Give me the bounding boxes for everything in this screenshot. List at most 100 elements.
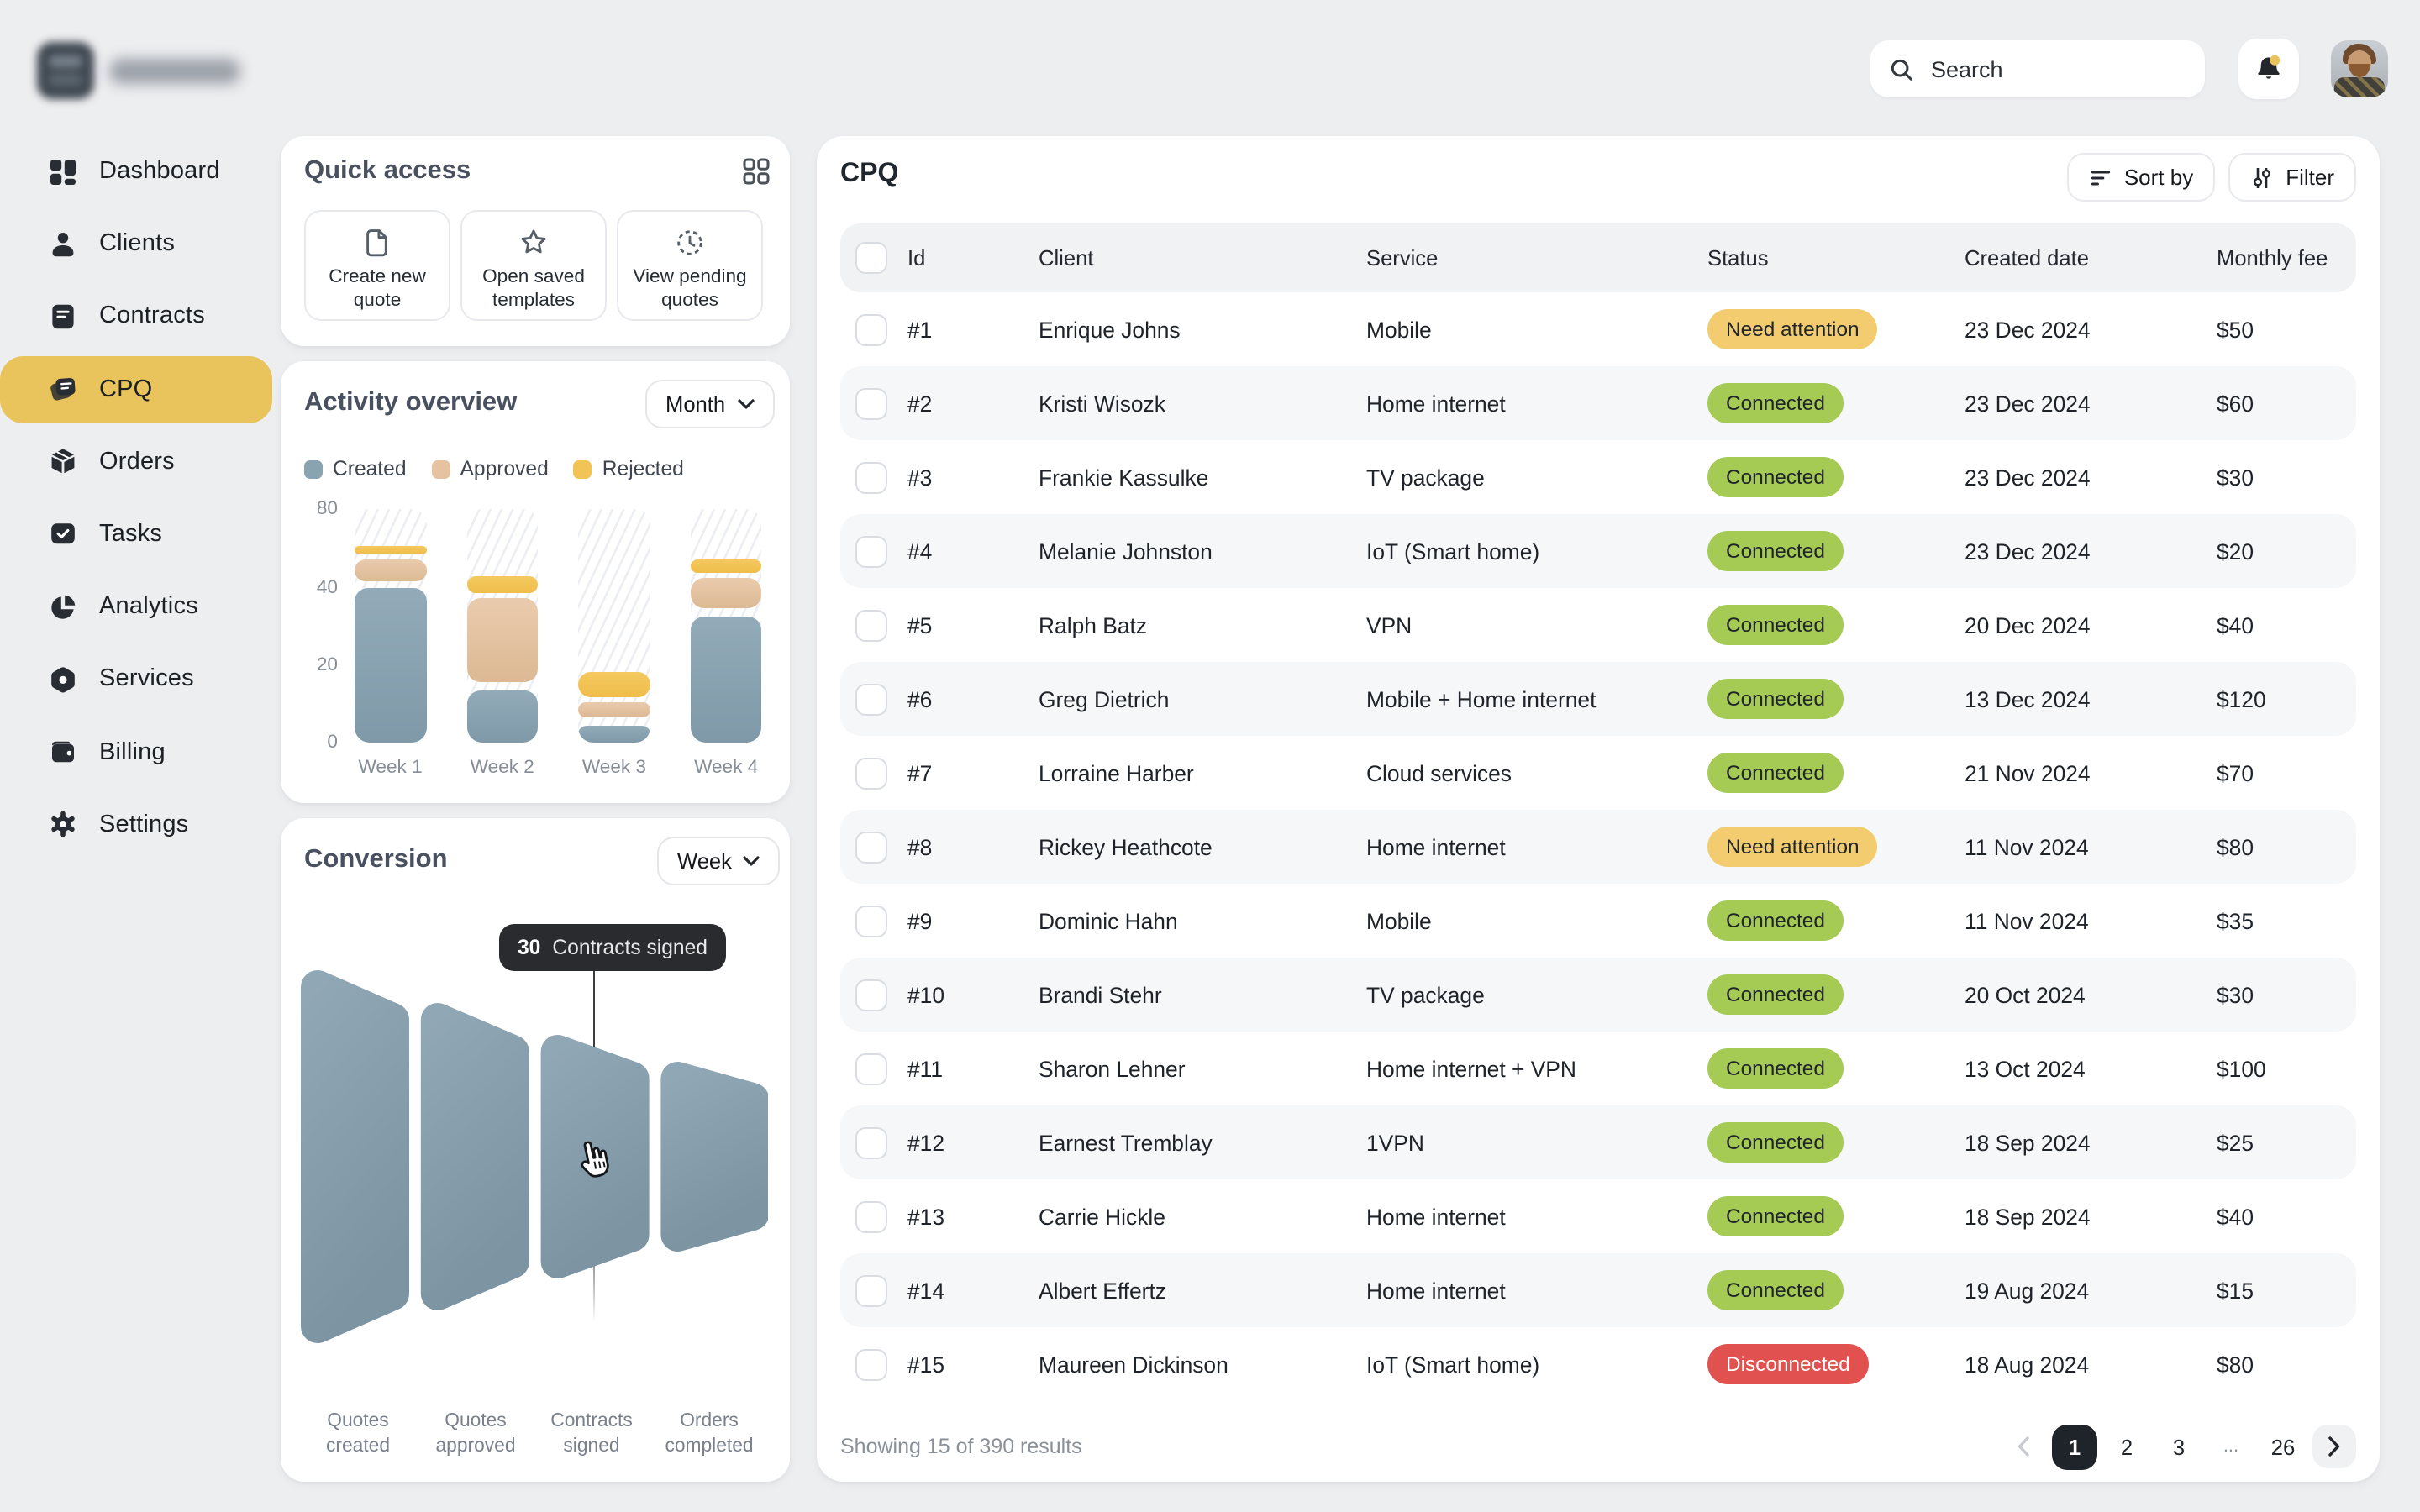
cell-id: #1 — [908, 317, 933, 342]
row-checkbox[interactable] — [855, 831, 887, 863]
column-header-created-date[interactable]: Created date — [1965, 245, 2217, 270]
column-header-status[interactable]: Status — [1707, 245, 1965, 270]
search-box[interactable] — [1870, 40, 2232, 97]
page-button-26[interactable]: 26 — [2260, 1424, 2306, 1469]
funnel-segment-quotes-approved[interactable] — [420, 1003, 529, 1310]
cell-client: Enrique Johns — [1039, 317, 1181, 342]
column-header-id[interactable]: Id — [908, 245, 1039, 270]
sidebar-item-cpq[interactable]: CPQ — [0, 355, 272, 423]
row-checkbox[interactable] — [855, 683, 887, 715]
create-new-quote-button[interactable]: Create new quote — [304, 210, 450, 321]
column-header-service[interactable]: Service — [1366, 245, 1707, 270]
sort-by-button[interactable]: Sort by — [2066, 153, 2216, 202]
page-button-3[interactable]: 3 — [2156, 1424, 2202, 1469]
row-checkbox[interactable] — [855, 1200, 887, 1232]
row-checkbox[interactable] — [855, 1126, 887, 1158]
bar-segment-approved[interactable] — [355, 559, 427, 581]
bar-segment-created[interactable] — [355, 588, 427, 743]
bar-week-2[interactable] — [466, 509, 539, 743]
app-root: Dashboard Clients Contracts CPQ Orders T… — [0, 0, 2420, 1512]
sidebar-item-billing[interactable]: Billing — [0, 718, 272, 785]
quick-action-label: Create new quote — [329, 267, 426, 311]
bar-segment-rejected[interactable] — [690, 559, 762, 574]
search-input[interactable] — [1928, 55, 2232, 83]
next-page-button[interactable] — [2312, 1425, 2356, 1468]
bar-segment-created[interactable] — [466, 690, 539, 743]
sidebar-item-analytics[interactable]: Analytics — [0, 573, 272, 640]
table-row[interactable]: #15 Maureen Dickinson IoT (Smart home) Disc… — [840, 1327, 2356, 1401]
table-row[interactable]: #1 Enrique Johns Mobile Need attention 23 De… — [840, 292, 2356, 366]
bar-week-4[interactable] — [690, 509, 762, 743]
sidebar-item-settings[interactable]: Settings — [0, 790, 272, 858]
grid-icon[interactable] — [743, 158, 770, 185]
table-row[interactable]: #7 Lorraine Harber Cloud services Connected… — [840, 736, 2356, 810]
cell-id: #8 — [908, 834, 933, 859]
bar-segment-created[interactable] — [578, 725, 650, 743]
avatar[interactable] — [2331, 40, 2388, 97]
table-row[interactable]: #6 Greg Dietrich Mobile + Home internet Con… — [840, 662, 2356, 736]
bar-week-1[interactable] — [355, 509, 427, 743]
table-row[interactable]: #9 Dominic Hahn Mobile Connected 11 Nov 2024… — [840, 884, 2356, 958]
sidebar-item-services[interactable]: Services — [0, 646, 272, 713]
sidebar-item-clients[interactable]: Clients — [0, 210, 272, 277]
bar-week-3[interactable] — [578, 509, 650, 743]
table-body: #1 Enrique Johns Mobile Need attention 23 De… — [840, 292, 2356, 1401]
funnel-segment-quotes-created[interactable] — [301, 970, 409, 1343]
bar-segment-created[interactable] — [690, 616, 762, 743]
table-row[interactable]: #4 Melanie Johnston IoT (Smart home) Connec… — [840, 514, 2356, 588]
row-checkbox[interactable] — [855, 1053, 887, 1084]
sidebar-item-dashboard[interactable]: Dashboard — [0, 138, 272, 205]
row-checkbox[interactable] — [855, 313, 887, 345]
tooltip-value: 30 — [518, 936, 541, 959]
table-row[interactable]: #11 Sharon Lehner Home internet + VPN Conne… — [840, 1032, 2356, 1105]
sidebar-item-tasks[interactable]: Tasks — [0, 501, 272, 568]
row-checkbox[interactable] — [855, 757, 887, 789]
sort-by-label: Sort by — [2123, 165, 2194, 190]
view-pending-quotes-button[interactable]: View pending quotes — [617, 210, 763, 321]
status-badge: Connected — [1707, 900, 1844, 941]
sidebar-item-orders[interactable]: Orders — [0, 428, 272, 496]
row-checkbox[interactable] — [855, 609, 887, 641]
table-row[interactable]: #12 Earnest Tremblay 1VPN Connected 18 Sep 2… — [840, 1105, 2356, 1179]
row-checkbox[interactable] — [855, 461, 887, 493]
table-row[interactable]: #2 Kristi Wisozk Home internet Connected 23 … — [840, 366, 2356, 440]
page-button-2[interactable]: 2 — [2104, 1424, 2149, 1469]
cell-id: #15 — [908, 1352, 945, 1377]
cell-monthly-fee: $15 — [2217, 1278, 2254, 1303]
previous-page-button[interactable] — [2002, 1425, 2045, 1468]
funnel-segment-orders-completed[interactable] — [660, 1062, 768, 1252]
select-all-checkbox[interactable] — [855, 242, 887, 274]
quick-access-title: Quick access — [304, 156, 471, 185]
row-checkbox[interactable] — [855, 1348, 887, 1380]
sidebar-item-contracts[interactable]: Contracts — [0, 283, 272, 350]
cell-created-date: 11 Nov 2024 — [1965, 834, 2089, 859]
bar-segment-approved[interactable] — [690, 578, 762, 609]
table-row[interactable]: #5 Ralph Batz VPN Connected 20 Dec 2024 $40 — [840, 588, 2356, 662]
column-header-monthly-fee[interactable]: Monthly fee — [2217, 245, 2356, 270]
filter-button[interactable]: Filter — [2228, 153, 2356, 202]
row-checkbox[interactable] — [855, 387, 887, 419]
page-button-1[interactable]: 1 — [2052, 1424, 2097, 1469]
table-row[interactable]: #3 Frankie Kassulke TV package Connected 23 … — [840, 440, 2356, 514]
column-header-client[interactable]: Client — [1039, 245, 1366, 270]
notifications-button[interactable] — [2238, 39, 2299, 99]
row-checkbox[interactable] — [855, 535, 887, 567]
bar-segment-approved[interactable] — [578, 702, 650, 717]
cell-id: #11 — [908, 1056, 944, 1081]
bar-segment-rejected[interactable] — [355, 545, 427, 554]
cell-service: 1VPN — [1366, 1130, 1424, 1155]
open-saved-templates-button[interactable]: Open saved templates — [460, 210, 607, 321]
table-row[interactable]: #13 Carrie Hickle Home internet Connected 18… — [840, 1179, 2356, 1253]
cell-created-date: 20 Dec 2024 — [1965, 612, 2091, 638]
table-row[interactable]: #10 Brandi Stehr TV package Connected 20 Oct… — [840, 958, 2356, 1032]
bar-segment-rejected[interactable] — [466, 576, 539, 593]
bar-segment-approved[interactable] — [466, 597, 539, 683]
table-row[interactable]: #8 Rickey Heathcote Home internet Need atte… — [840, 810, 2356, 884]
row-checkbox[interactable] — [855, 979, 887, 1011]
tooltip-label: Contracts signed — [552, 936, 708, 959]
row-checkbox[interactable] — [855, 905, 887, 937]
table-row[interactable]: #14 Albert Effertz Home internet Connected 1… — [840, 1253, 2356, 1327]
row-checkbox[interactable] — [855, 1274, 887, 1306]
bar-segment-rejected[interactable] — [578, 671, 650, 698]
conversion-period-select[interactable]: Week — [657, 837, 781, 885]
